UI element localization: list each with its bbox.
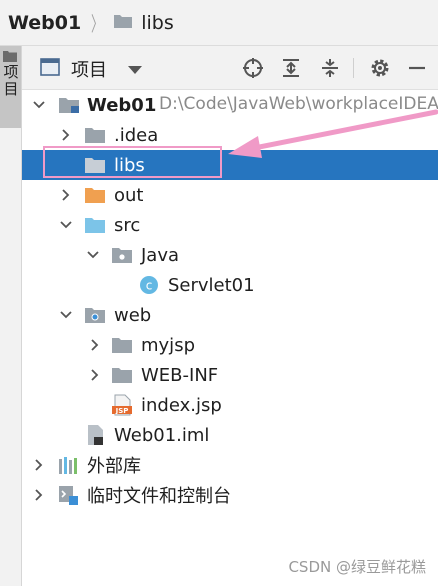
chevron-right-icon[interactable] <box>60 189 72 201</box>
annotation-arrow-icon <box>228 109 438 158</box>
chevron-down-icon[interactable] <box>60 309 72 321</box>
source-folder-icon <box>84 215 106 235</box>
project-view-icon <box>40 58 60 80</box>
package-folder-icon <box>111 245 133 265</box>
excluded-folder-icon <box>84 185 106 205</box>
chevron-right-icon[interactable] <box>33 459 45 471</box>
folder-icon <box>84 125 106 145</box>
tree-item-label: Servlet01 <box>168 274 255 296</box>
tree-row-index-jsp[interactable]: JSP index.jsp <box>22 390 438 420</box>
tree-item-label: 临时文件和控制台 <box>87 486 231 507</box>
tree-item-label: 外部库 <box>87 456 141 477</box>
chevron-down-icon[interactable] <box>128 60 142 79</box>
gear-icon[interactable] <box>368 56 392 80</box>
jsp-file-icon: JSP <box>111 394 133 416</box>
svg-text:JSP: JSP <box>115 407 129 415</box>
tree-item-label: Web01.iml <box>114 424 210 446</box>
tree-row-web01-iml[interactable]: Web01.iml <box>22 420 438 450</box>
project-tool-tab[interactable]: 项目 <box>0 46 21 128</box>
tree-item-label: src <box>114 214 141 236</box>
locate-icon[interactable] <box>241 56 265 80</box>
project-tab-icon <box>3 51 17 62</box>
annotation-highlight-box <box>43 146 222 178</box>
scratches-icon <box>58 485 80 505</box>
project-toolbar: 项目 <box>22 46 438 90</box>
folder-icon <box>111 365 133 385</box>
library-icon <box>58 455 80 475</box>
chevron-down-icon[interactable] <box>33 99 45 111</box>
chevron-down-icon[interactable] <box>60 219 72 231</box>
breadcrumb-root[interactable]: Web01 <box>8 12 81 34</box>
module-folder-icon <box>58 95 80 115</box>
tree-row-java[interactable]: Java <box>22 240 438 270</box>
tree-row-scratches[interactable]: 临时文件和控制台 <box>22 480 438 510</box>
tree-item-label: myjsp <box>141 334 195 356</box>
chevron-right-icon[interactable] <box>33 489 45 501</box>
project-view-title[interactable]: 项目 <box>71 56 107 82</box>
minimize-icon[interactable] <box>405 56 429 80</box>
tree-item-label: Java <box>141 244 180 266</box>
web-folder-icon <box>84 305 106 325</box>
tree-row-out[interactable]: out <box>22 180 438 210</box>
tree-row-servlet01[interactable]: c Servlet01 <box>22 270 438 300</box>
tree-item-label: index.jsp <box>141 394 222 416</box>
folder-icon <box>111 335 133 355</box>
toolbar-divider <box>353 58 354 78</box>
chevron-right-icon[interactable] <box>89 339 101 351</box>
tool-window-stripe: 项目 <box>0 46 22 586</box>
tree-row-web-inf[interactable]: WEB-INF <box>22 360 438 390</box>
breadcrumb: Web01 〉 libs <box>0 0 438 46</box>
expand-all-icon[interactable] <box>279 56 303 80</box>
tree-item-label: out <box>114 184 144 206</box>
tree-row-src[interactable]: src <box>22 210 438 240</box>
breadcrumb-separator-icon: 〉 <box>91 12 104 36</box>
chevron-down-icon[interactable] <box>87 249 99 261</box>
tree-item-label: web <box>114 304 152 326</box>
tree-row-web[interactable]: web <box>22 300 438 330</box>
tree-item-label: .idea <box>114 124 159 146</box>
chevron-right-icon[interactable] <box>89 369 101 381</box>
project-tab-label: 项目 <box>3 63 19 98</box>
class-icon: c <box>138 275 160 295</box>
chevron-right-icon[interactable] <box>60 129 72 141</box>
iml-file-icon <box>84 425 106 445</box>
tree-row-myjsp[interactable]: myjsp <box>22 330 438 360</box>
svg-text:c: c <box>146 279 153 293</box>
tree-item-label: WEB-INF <box>141 364 219 386</box>
breadcrumb-item-libs[interactable]: libs <box>141 12 174 34</box>
tree-root-label: Web01 <box>87 94 157 116</box>
tree-row-external-libraries[interactable]: 外部库 <box>22 450 438 480</box>
watermark: CSDN @绿豆鲜花糕 <box>288 558 426 576</box>
folder-icon <box>113 13 133 33</box>
collapse-all-icon[interactable] <box>318 56 342 80</box>
